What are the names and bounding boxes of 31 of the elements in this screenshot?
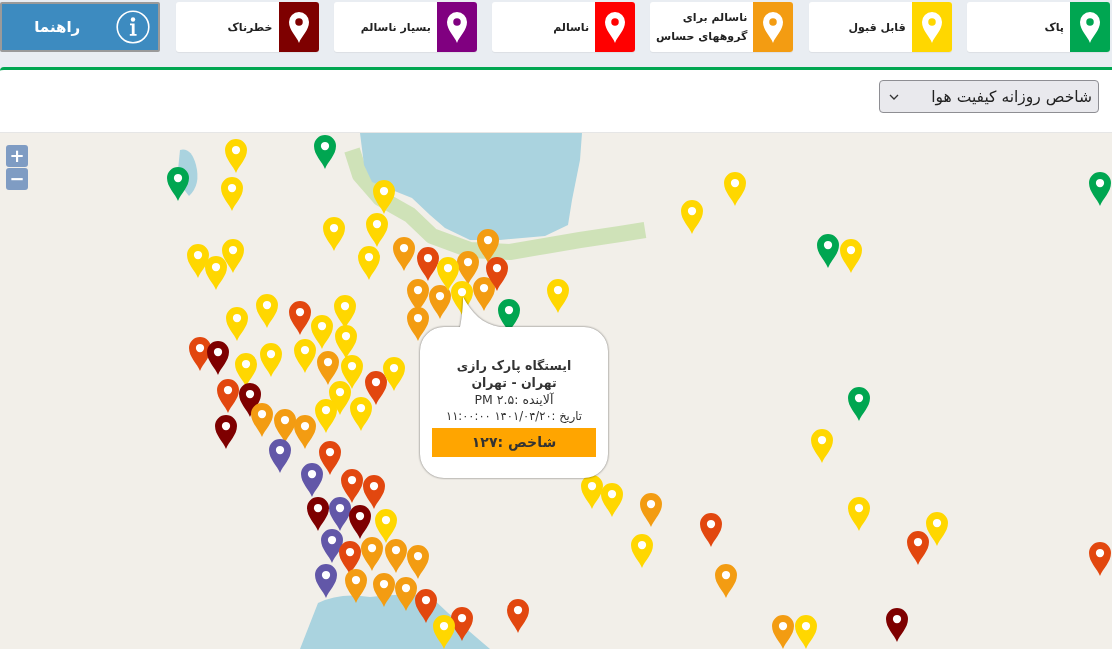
chevron-down-icon: [889, 93, 899, 100]
station-name: ایستگاه پارک رازی: [455, 357, 573, 374]
legend-label: ناسالم: [553, 19, 590, 36]
legend-label: خطرناک: [227, 19, 273, 36]
map-pin-icon[interactable]: [189, 337, 211, 371]
pollutant-text: آلاینده :PM ۲.۵: [473, 391, 555, 408]
map-pin-icon[interactable]: [321, 529, 343, 563]
legend-label: قابل قبول: [848, 19, 906, 36]
legend-label: ناسالم برای گروههای حساس: [654, 10, 748, 45]
map-pin-icon[interactable]: [319, 441, 341, 475]
map-pin-icon[interactable]: [886, 608, 908, 642]
zoom-in-button[interactable]: +: [6, 145, 28, 167]
zoom-out-button[interactable]: −: [6, 168, 28, 190]
map-pin-icon[interactable]: [215, 415, 237, 449]
map-pin-icon[interactable]: [315, 564, 337, 598]
map-pin-icon[interactable]: [251, 403, 273, 437]
guide-button[interactable]: راهنما: [0, 2, 161, 52]
map-pin-icon[interactable]: [341, 469, 363, 503]
map-pin-icon[interactable]: [269, 439, 291, 473]
legend-label: بسیار ناسالم: [360, 19, 431, 36]
map-pin-icon[interactable]: [349, 505, 371, 539]
index-bar: شاخص :۱۲۷: [432, 428, 596, 457]
info-icon: [116, 10, 151, 44]
index-select[interactable]: شاخص روزانه کیفیت هوا: [879, 80, 1099, 113]
date-text: تاریخ :۱۴۰۱/۰۴/۲۰ ۱۱:۰۰:۰۰: [444, 408, 584, 425]
map-pin-icon[interactable]: [329, 497, 351, 531]
map-pin-icon[interactable]: [207, 341, 229, 375]
map-pin-icon[interactable]: [307, 497, 329, 531]
location-text: تهران - تهران: [470, 374, 558, 391]
legend-label: پاک: [1044, 19, 1064, 36]
map-pin-icon[interactable]: [301, 463, 323, 497]
